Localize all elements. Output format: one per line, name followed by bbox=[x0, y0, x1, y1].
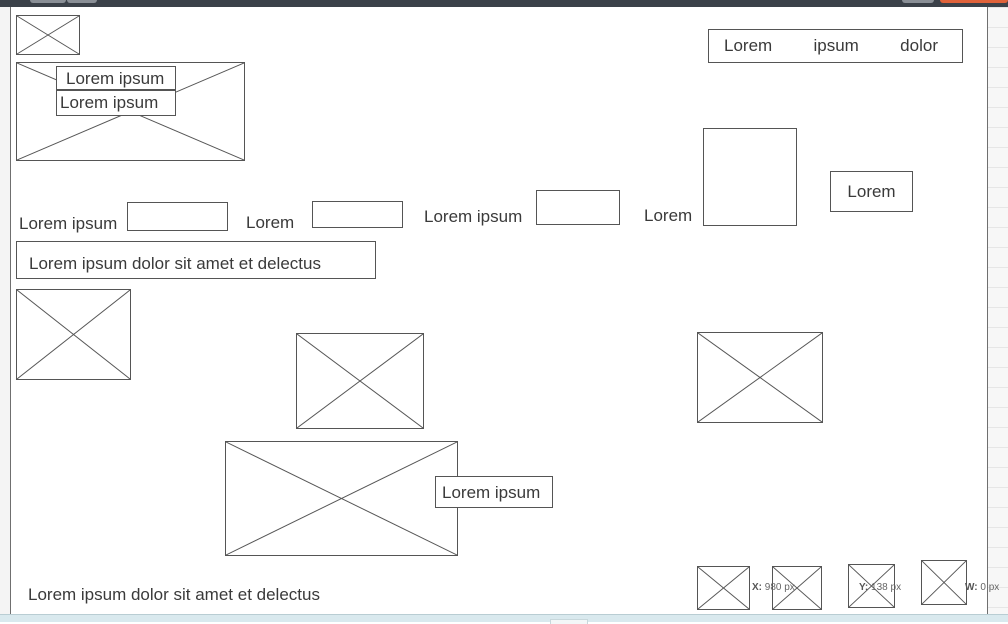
image-placeholder[interactable] bbox=[16, 289, 131, 380]
tab-strip: Lorem ipsum dolor bbox=[708, 29, 963, 63]
text-field[interactable] bbox=[127, 202, 228, 231]
footer-text: Lorem ipsum dolor sit amet et delectus bbox=[28, 585, 320, 604]
image-placeholder[interactable] bbox=[921, 560, 967, 605]
y-readout-value: 138 px bbox=[871, 582, 902, 593]
lorem-button[interactable]: Lorem bbox=[830, 171, 913, 212]
top-bar-accent-button[interactable] bbox=[940, 0, 1008, 3]
field-label: Lorem bbox=[644, 206, 693, 225]
text-input[interactable]: Lorem ipsum dolor sit amet et delectus bbox=[16, 241, 376, 279]
right-grid-margin bbox=[987, 7, 1008, 614]
image-placeholder[interactable] bbox=[16, 15, 80, 55]
image-placeholder[interactable] bbox=[225, 441, 458, 556]
tab-item[interactable]: Lorem bbox=[724, 36, 772, 56]
overlay-label-text: Lorem ipsum bbox=[60, 93, 159, 112]
field-label: Lorem bbox=[246, 213, 295, 232]
y-readout-label: Y: bbox=[859, 582, 869, 593]
image-placeholder[interactable] bbox=[296, 333, 424, 429]
button-label: Lorem bbox=[847, 181, 896, 201]
top-bar-button[interactable] bbox=[30, 0, 66, 3]
text-field[interactable] bbox=[312, 201, 403, 228]
x-readout-value: 980 px bbox=[764, 582, 795, 593]
top-bar-button[interactable] bbox=[67, 0, 97, 3]
text-field[interactable] bbox=[536, 190, 620, 225]
left-margin bbox=[0, 7, 11, 614]
w-readout: W: 0 px bbox=[965, 583, 999, 593]
x-readout: X: 980 px bbox=[752, 583, 795, 593]
w-readout-label: W: bbox=[965, 582, 978, 593]
field-label: Lorem ipsum bbox=[424, 207, 523, 226]
overlay-label[interactable]: Lorem ipsum bbox=[56, 66, 176, 90]
overlay-label-text: Lorem ipsum bbox=[66, 69, 165, 88]
bottom-bar bbox=[0, 614, 1008, 624]
field-label: Lorem ipsum bbox=[19, 214, 118, 233]
y-readout: Y: 138 px bbox=[859, 583, 901, 593]
image-placeholder[interactable] bbox=[697, 332, 823, 423]
top-bar-button[interactable] bbox=[902, 0, 934, 3]
top-bar bbox=[0, 0, 1008, 7]
x-readout-label: X: bbox=[752, 582, 762, 593]
caption-label[interactable]: Lorem ipsum bbox=[435, 476, 553, 508]
w-readout-value: 0 px bbox=[980, 582, 1000, 593]
caption-label-text: Lorem ipsum bbox=[442, 483, 541, 502]
text-input-value: Lorem ipsum dolor sit amet et delectus bbox=[29, 254, 321, 273]
overlay-label[interactable]: Lorem ipsum bbox=[56, 90, 176, 116]
image-placeholder[interactable] bbox=[697, 566, 750, 610]
tab-item[interactable]: dolor bbox=[900, 36, 938, 56]
tab-item[interactable]: ipsum bbox=[814, 36, 859, 56]
textarea-placeholder[interactable] bbox=[703, 128, 797, 226]
